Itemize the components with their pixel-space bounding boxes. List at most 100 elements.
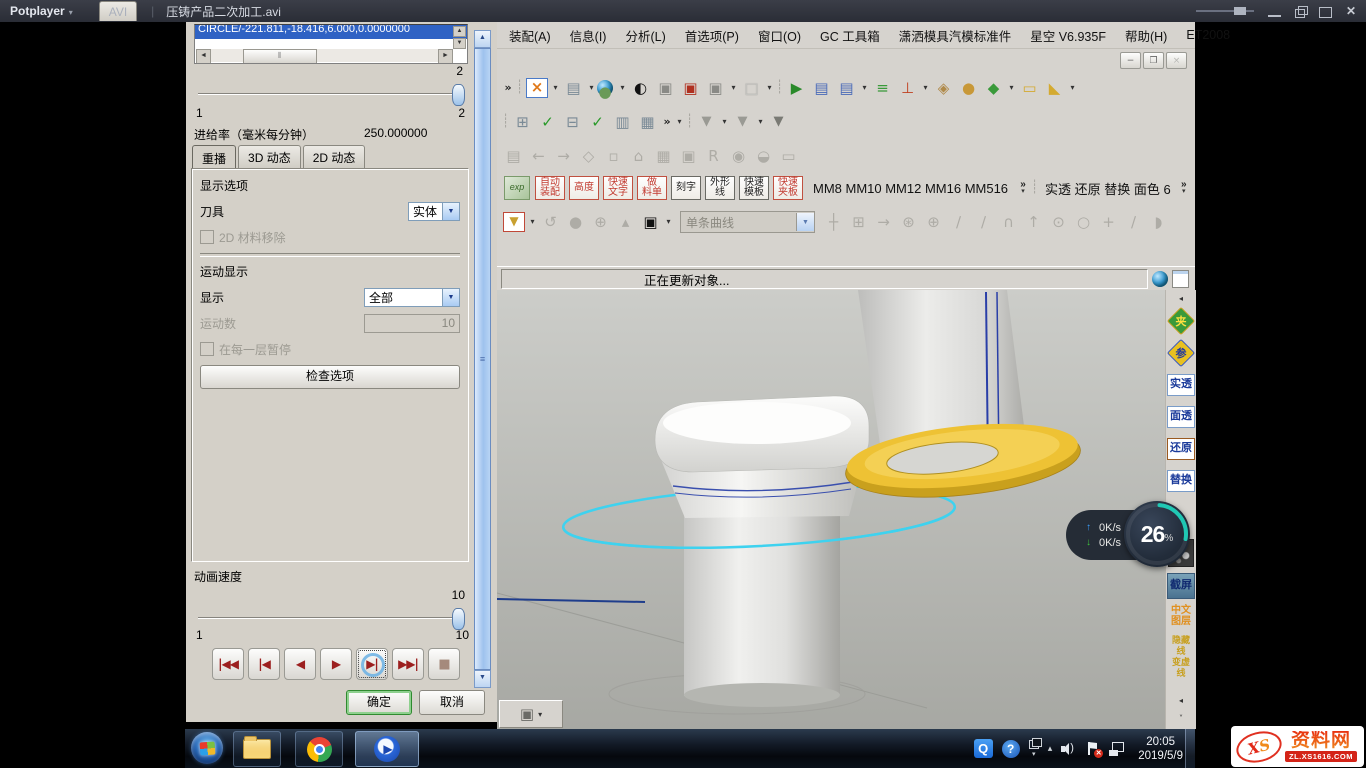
nav-book-icon[interactable]: ▤ (809, 76, 834, 100)
stop-button[interactable]: ■ (428, 648, 460, 680)
color-swatch-icon[interactable]: □ (739, 76, 764, 100)
quick-action-labels[interactable]: 实透 还原 替换 面色 6 (1045, 179, 1171, 198)
dropdown-caret-icon[interactable]: ▾ (859, 76, 870, 100)
volume-tray-icon[interactable]: ) (1061, 742, 1077, 756)
shop-doc-icon[interactable]: ▥ (610, 110, 635, 134)
exp-icon[interactable]: exp (504, 176, 530, 200)
sidebar-left-icon[interactable]: ◂ (1179, 696, 1183, 705)
dropdown-caret-icon[interactable]: ▾ (764, 76, 775, 100)
ruler-icon[interactable]: ▭ (1017, 76, 1042, 100)
tab-2d-dynamic[interactable]: 2D 动态 (303, 145, 366, 168)
zoom-fit-icon[interactable]: ◇ (576, 144, 601, 168)
taskbar-potplayer-button[interactable]: ▶ (355, 731, 419, 767)
snapshot-icon[interactable]: ▫ (601, 144, 626, 168)
tool-dropdown[interactable]: 实体 ▼ (408, 202, 460, 221)
snap-target-icon[interactable]: ⊛ (896, 210, 921, 234)
menu-help[interactable]: 帮助(H) (1125, 26, 1167, 45)
overflow-more-icon[interactable]: » (1181, 181, 1187, 188)
snap-rotate-icon[interactable]: ⊕ (921, 210, 946, 234)
play-active-button[interactable]: ▶| (356, 648, 388, 680)
snap-arc-icon[interactable]: ◗ (1146, 210, 1171, 234)
postprocess-icon[interactable]: ✓ (585, 110, 610, 134)
play-backward-button[interactable]: ◀ (284, 648, 316, 680)
dropdown-caret-icon[interactable]: ▾ (617, 76, 628, 100)
dropdown-caret-icon[interactable]: ▾ (663, 210, 674, 234)
action-center-flag-icon[interactable]: ✕ (1086, 741, 1100, 756)
protractor-icon[interactable]: ◣ (1042, 76, 1067, 100)
list-hscrollbar[interactable]: ◄ ⦀ ► (196, 49, 453, 62)
overflow-more[interactable]: » ▾ (1177, 181, 1191, 195)
spin-down-icon[interactable]: ▼ (453, 38, 466, 49)
vscroll-down-icon[interactable]: ▼ (474, 670, 491, 688)
volume-knob[interactable] (1234, 7, 1246, 15)
section-pin-icon[interactable]: ▣ (703, 76, 728, 100)
back-icon[interactable]: ← (526, 144, 551, 168)
snap-center-icon[interactable]: ⊙ (1046, 210, 1071, 234)
fullscreen-icon[interactable] (1319, 7, 1332, 18)
play-forward-button[interactable]: ▶ (320, 648, 352, 680)
forward-icon[interactable]: → (551, 144, 576, 168)
overflow-more[interactable]: » ▾ (1016, 181, 1030, 195)
pause-each-layer-checkbox[interactable] (200, 342, 214, 356)
csys-icon[interactable]: ⊥ (895, 76, 920, 100)
contrast-icon[interactable]: ◐ (628, 76, 653, 100)
3d-viewport[interactable] (497, 290, 1165, 729)
start-button[interactable] (191, 732, 223, 764)
show-desktop-button[interactable] (1185, 729, 1195, 768)
nav-book2-icon[interactable]: ▤ (834, 76, 859, 100)
toolpath-list-selected-row[interactable]: CIRCLE/-221.811,-18.416,6.000,0.0000000 (195, 24, 467, 39)
window-layout-icon[interactable] (1172, 270, 1189, 288)
motion-count-field[interactable]: 10 (364, 314, 460, 333)
accelerator-ball[interactable]: 26 % (1124, 501, 1190, 567)
quick-template-button[interactable]: 快速 模板 (739, 176, 769, 200)
restore-button[interactable]: 还原 (1167, 438, 1195, 460)
restore-windows-tray[interactable]: ▾ (1029, 740, 1039, 758)
solid-translucent-button[interactable]: 实透 (1167, 374, 1195, 396)
dropdown-caret-icon[interactable]: ▾ (586, 76, 597, 100)
help-tray-icon[interactable]: ? (1002, 740, 1020, 758)
quick-clamp-button[interactable]: 快速 夹板 (773, 176, 803, 200)
rotate-point-icon[interactable]: ⊕ (588, 210, 613, 234)
snap-handle-icon[interactable]: ▴ (613, 210, 638, 234)
nav-forward-icon[interactable]: ▶ (784, 76, 809, 100)
snap-vertex-icon[interactable]: ↑ (1021, 210, 1046, 234)
menu-assembly[interactable]: 装配(A) (509, 26, 551, 45)
shaded-globe-icon[interactable]: ● (597, 80, 613, 96)
toolpath-listbox[interactable]: CIRCLE/-221.811,-18.416,6.000,0.0000000 … (194, 24, 468, 64)
cube-view-icon[interactable]: ▣ (520, 705, 534, 723)
dropdown-caret-icon[interactable]: ▾ (1006, 76, 1017, 100)
hidden-line-button[interactable]: 隐藏线 变虚线 (1168, 635, 1194, 679)
selection-filter-icon[interactable]: ▼ (503, 212, 525, 232)
snap-line2-icon[interactable]: ∕ (971, 210, 996, 234)
worklist-icon[interactable]: ≡ (870, 76, 895, 100)
snap-multi-icon[interactable]: ⊞ (846, 210, 871, 234)
sidebar-down-icon[interactable]: ˅ (1179, 714, 1183, 723)
snap-circle-icon[interactable]: ○ (1071, 210, 1096, 234)
taskbar-chrome-button[interactable] (295, 731, 343, 767)
overflow-more-icon[interactable]: » (660, 110, 674, 134)
hscroll-thumb[interactable]: ⦀ (243, 49, 317, 64)
select-hand-icon[interactable]: ◈ (931, 76, 956, 100)
ok-button[interactable]: 确定 (346, 690, 412, 715)
screenshot-button[interactable]: 截屏 (1167, 573, 1195, 599)
chevron-down-icon[interactable]: ▼ (442, 289, 459, 306)
dropdown-caret-icon[interactable]: ▾ (550, 76, 561, 100)
show-dropdown[interactable]: 全部 ▼ (364, 288, 460, 307)
program-order-icon[interactable]: ⊞ (510, 110, 535, 134)
reference-diamond-icon[interactable]: 参 (1169, 341, 1193, 365)
tab-3d-dynamic[interactable]: 3D 动态 (238, 145, 301, 168)
dropdown-caret-icon[interactable]: ▾ (755, 110, 766, 134)
snap-cross-icon[interactable]: ┼ (821, 210, 846, 234)
face-translucent-button[interactable]: 面透 (1167, 406, 1195, 428)
toolpath-progress-slider[interactable] (196, 84, 465, 104)
dropdown-caret-icon[interactable]: ▾ (527, 210, 538, 234)
material-removal-checkbox[interactable] (200, 230, 214, 244)
section-cube-icon[interactable]: ▣ (653, 76, 678, 100)
taskbar-explorer-button[interactable] (233, 731, 281, 767)
volume-slider[interactable] (1196, 10, 1254, 12)
dropdown-caret-icon[interactable]: ▾ (1182, 188, 1186, 195)
quick-text-button[interactable]: 快速 文字 (603, 176, 633, 200)
snap-slash-icon[interactable]: ∕ (1121, 210, 1146, 234)
mm-size-labels[interactable]: MM8 MM10 MM12 MM16 MM516 (813, 181, 1008, 196)
bom-button[interactable]: 做 料单 (637, 176, 667, 200)
